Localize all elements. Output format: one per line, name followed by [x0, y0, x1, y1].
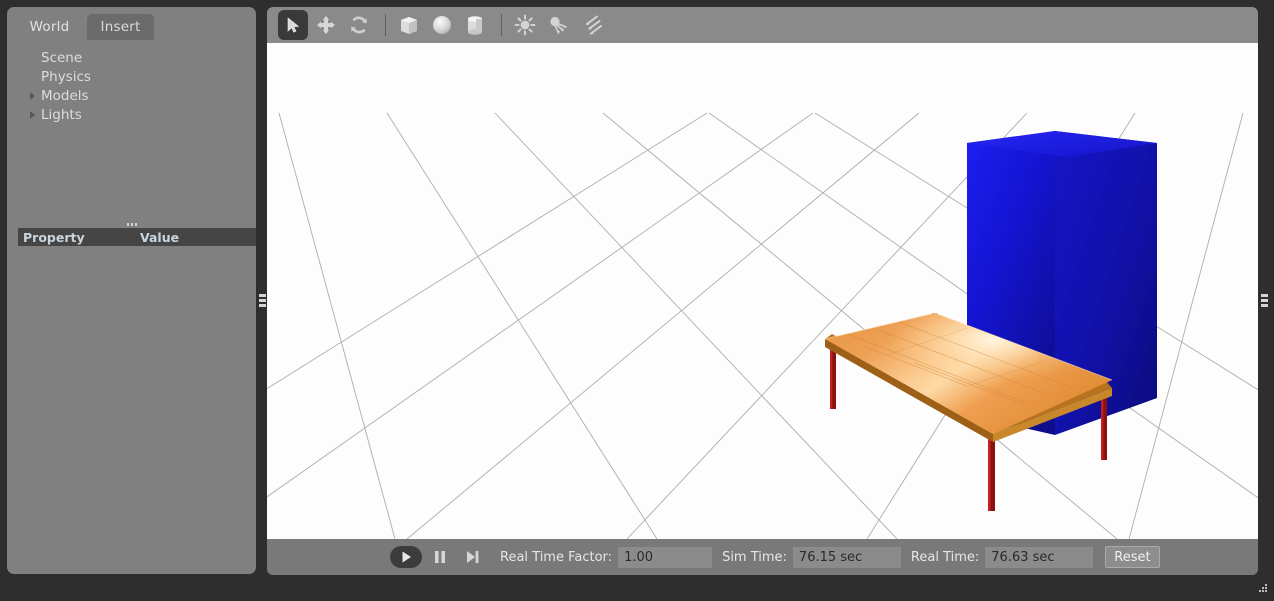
- rotate-arrows-icon: [348, 14, 370, 36]
- tree-item-lights[interactable]: Lights: [7, 105, 256, 124]
- play-icon: [399, 550, 413, 564]
- gazebo-window: World Insert Scene Physics Models Lights: [0, 0, 1274, 601]
- tree-item-physics[interactable]: Physics: [7, 67, 256, 86]
- property-table-header: Property Value: [18, 228, 257, 246]
- pause-icon: [433, 549, 447, 565]
- step-forward-button[interactable]: [458, 546, 486, 568]
- 3d-viewport[interactable]: [267, 43, 1258, 539]
- tree-item-scene-label: Scene: [41, 50, 82, 66]
- cursor-arrow-icon: [283, 15, 303, 35]
- scene-toolbar: [267, 7, 1258, 43]
- insert-spot-light-button[interactable]: [543, 10, 573, 40]
- insert-directional-light-button[interactable]: [576, 10, 606, 40]
- directional-light-icon: [579, 13, 603, 37]
- scene-render: [267, 43, 1258, 539]
- real-time-factor-label: Real Time Factor:: [500, 550, 612, 565]
- reset-button[interactable]: Reset: [1105, 546, 1159, 568]
- tree-item-models-label: Models: [41, 88, 89, 104]
- insert-box-button[interactable]: [394, 10, 424, 40]
- tab-insert[interactable]: Insert: [87, 14, 154, 40]
- step-forward-icon: [465, 549, 480, 565]
- chevron-right-icon[interactable]: [30, 111, 35, 119]
- toolbar-separator: [385, 14, 386, 36]
- tree-item-scene[interactable]: Scene: [7, 48, 256, 67]
- column-header-property: Property: [18, 230, 140, 245]
- cylinder-icon: [463, 13, 487, 37]
- tab-world[interactable]: World: [16, 14, 83, 40]
- splitter-grip-icon: [127, 223, 137, 226]
- reset-button-label: Reset: [1114, 550, 1150, 565]
- rotate-mode-button[interactable]: [344, 10, 374, 40]
- sim-time-label: Sim Time:: [722, 550, 787, 565]
- real-time-label: Real Time:: [911, 550, 979, 565]
- box-icon: [397, 13, 421, 37]
- tree-item-lights-label: Lights: [41, 107, 82, 123]
- column-header-value: Value: [140, 230, 179, 245]
- tab-world-label: World: [30, 19, 70, 35]
- point-light-icon: [513, 13, 537, 37]
- chevron-right-icon[interactable]: [30, 92, 35, 100]
- playback-bar: Real Time Factor: 1.00 Sim Time: 76.15 s…: [267, 539, 1258, 575]
- insert-sphere-button[interactable]: [427, 10, 457, 40]
- window-resize-grip[interactable]: [1254, 582, 1270, 598]
- panel-tab-bar: World Insert: [7, 7, 256, 40]
- real-time-factor-value[interactable]: 1.00: [618, 547, 712, 568]
- insert-point-light-button[interactable]: [510, 10, 540, 40]
- splitter-grip-icon: [1261, 294, 1268, 307]
- pause-button[interactable]: [426, 546, 454, 568]
- tree-item-models[interactable]: Models: [7, 86, 256, 105]
- render-panel: Real Time Factor: 1.00 Sim Time: 76.15 s…: [267, 7, 1258, 575]
- right-vertical-splitter[interactable]: [1258, 0, 1270, 601]
- move-arrows-icon: [315, 14, 337, 36]
- sim-time-value[interactable]: 76.15 sec: [793, 547, 901, 568]
- splitter-grip-icon: [259, 294, 266, 307]
- tab-insert-label: Insert: [101, 19, 141, 35]
- play-button[interactable]: [390, 546, 422, 568]
- world-tree: Scene Physics Models Lights: [7, 40, 256, 225]
- insert-cylinder-button[interactable]: [460, 10, 490, 40]
- tree-item-physics-label: Physics: [41, 69, 91, 85]
- resize-grip-icon: [1254, 582, 1270, 598]
- property-table-body[interactable]: [18, 246, 257, 566]
- toolbar-separator: [501, 14, 502, 36]
- left-panel: World Insert Scene Physics Models Lights: [7, 7, 256, 574]
- select-mode-button[interactable]: [278, 10, 308, 40]
- spot-light-icon: [546, 13, 570, 37]
- real-time-value[interactable]: 76.63 sec: [985, 547, 1093, 568]
- sphere-icon: [430, 13, 454, 37]
- translate-mode-button[interactable]: [311, 10, 341, 40]
